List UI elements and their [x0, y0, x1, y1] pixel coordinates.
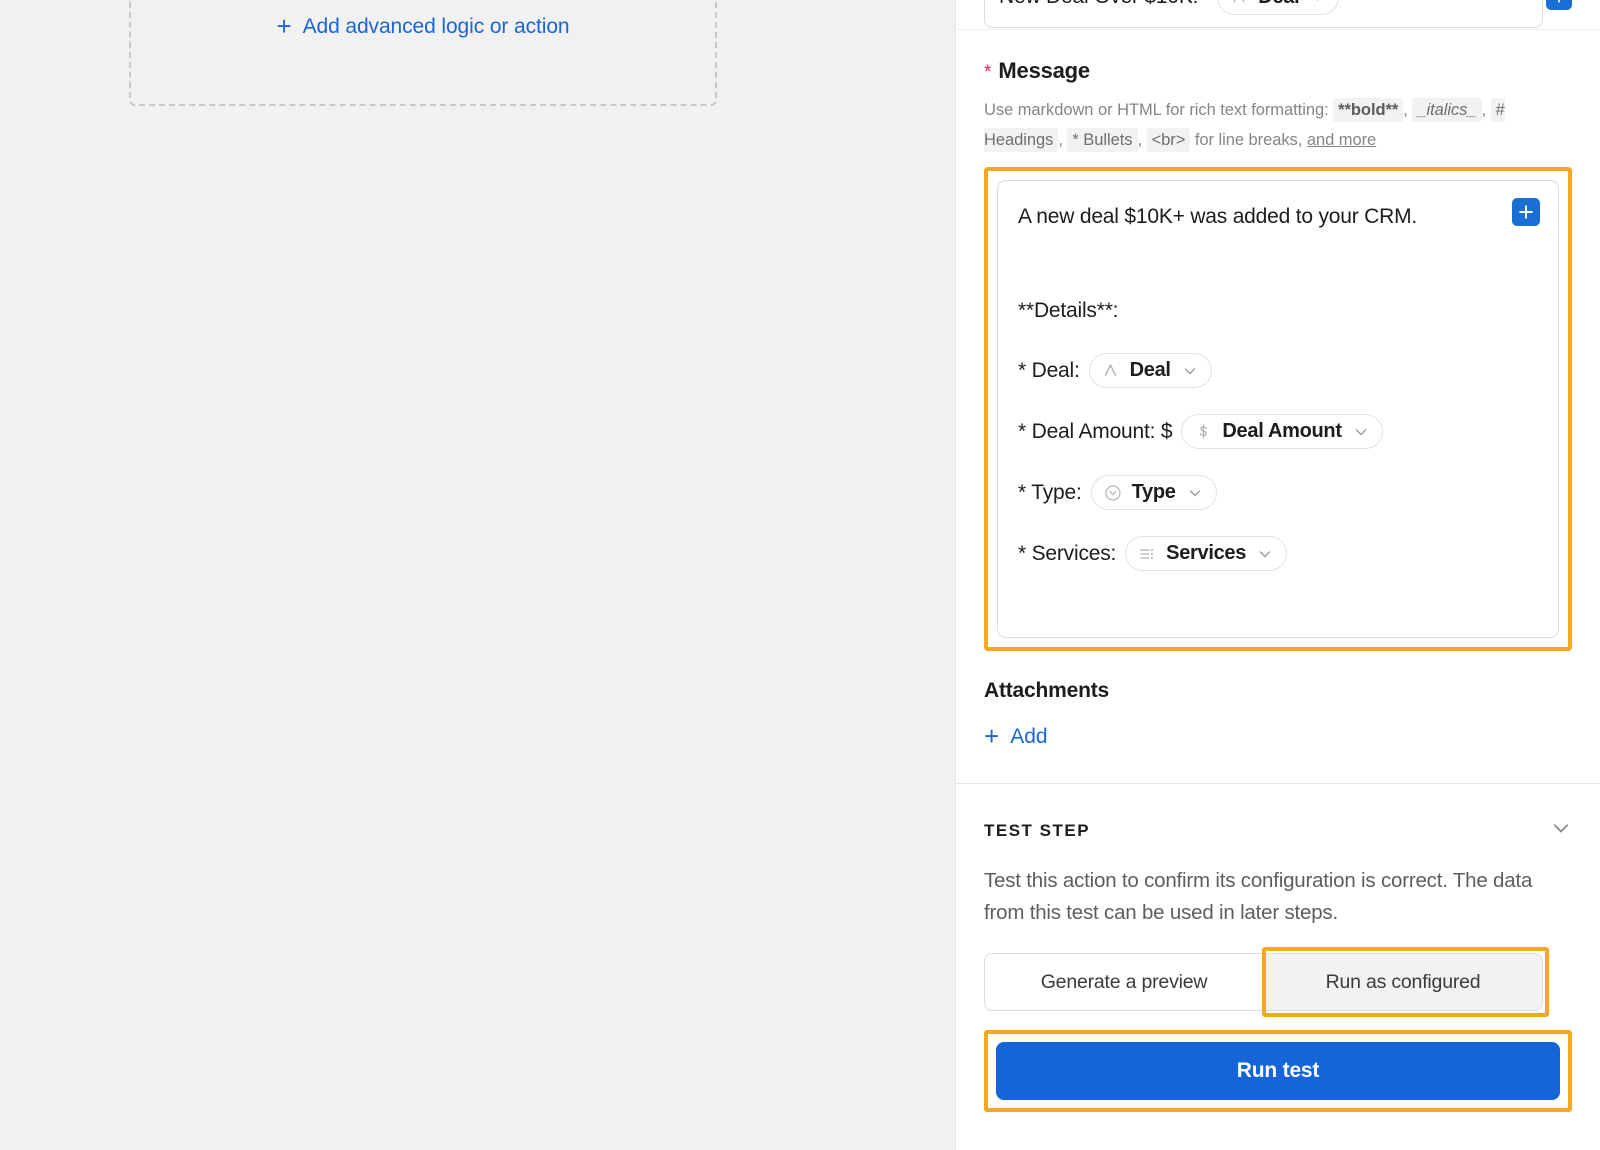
editor-blank-line — [1018, 233, 1538, 295]
top-field-region: New Deal Over $10K: Deal — [956, 0, 1600, 30]
annotation-box-run-test: Run test — [984, 1030, 1572, 1112]
insert-token-button-top[interactable] — [1546, 0, 1572, 10]
test-step-header[interactable]: TEST STEP — [984, 817, 1572, 844]
editor-line-intro: A new deal $10K+ was added to your CRM. — [1018, 201, 1538, 233]
text-field-icon — [1101, 361, 1121, 381]
message-field-label-row: * Message — [984, 58, 1572, 84]
chevron-down-icon[interactable] — [1550, 817, 1572, 844]
message-field-label: Message — [998, 58, 1090, 83]
markdown-hint-tail: for line breaks, — [1194, 131, 1303, 149]
add-advanced-logic-label: Add advanced logic or action — [302, 15, 570, 38]
single-select-icon — [1103, 483, 1123, 503]
panel-body: * Message Use markdown or HTML for rich … — [956, 58, 1600, 1112]
automation-builder-screen: + Add advanced logic or action New Deal … — [0, 0, 1600, 1150]
multi-select-icon — [1137, 544, 1157, 564]
editor-line-services: * Services: Services — [1018, 536, 1538, 571]
editor-line-services-prefix: * Services: — [1018, 541, 1117, 565]
token-chip-deal[interactable]: Deal — [1088, 353, 1212, 388]
add-advanced-logic-button[interactable]: + Add advanced logic or action — [129, 0, 717, 106]
subject-field-label: New Deal Over $10K: — [999, 0, 1198, 9]
text-field-icon — [1229, 0, 1249, 7]
token-chip-type[interactable]: Type — [1090, 475, 1217, 510]
markdown-chip-br: <br> — [1146, 128, 1191, 152]
markdown-chip-bold: **bold** — [1333, 98, 1404, 122]
workflow-canvas: + Add advanced logic or action — [0, 0, 955, 1150]
markdown-chip-bullets: * Bullets — [1067, 128, 1138, 152]
test-step-title: TEST STEP — [984, 820, 1091, 840]
token-chip-deal-subject[interactable]: Deal — [1217, 0, 1340, 15]
insert-token-button-editor[interactable] — [1512, 198, 1540, 226]
editor-line-type: * Type: Type — [1018, 475, 1538, 510]
markdown-chip-italics: _italics_ — [1412, 98, 1482, 122]
add-attachment-button[interactable]: + Add — [984, 721, 1048, 751]
add-advanced-logic-inner: + Add advanced logic or action — [276, 11, 570, 41]
run-test-button[interactable]: Run test — [996, 1042, 1560, 1100]
test-mode-segmented-control[interactable]: Generate a preview Run as configured — [984, 953, 1543, 1011]
message-editor[interactable]: A new deal $10K+ was added to your CRM. … — [997, 180, 1559, 638]
markdown-hint-lead: Use markdown or HTML for rich text forma… — [984, 101, 1329, 119]
token-chip-label: Type — [1131, 481, 1176, 503]
chevron-down-icon — [1353, 424, 1369, 440]
token-chip-label: Deal — [1129, 359, 1171, 381]
annotation-box-message-editor: A new deal $10K+ was added to your CRM. … — [984, 167, 1572, 651]
action-config-panel: New Deal Over $10K: Deal * Mes — [955, 0, 1600, 1150]
editor-line-deal-amount-prefix: * Deal Amount: $ — [1018, 419, 1173, 443]
test-mode-segmented-region: Generate a preview Run as configured — [984, 947, 1572, 1017]
attachments-title: Attachments — [984, 679, 1109, 702]
chevron-down-icon — [1182, 363, 1198, 379]
token-chip-label: Services — [1166, 542, 1247, 564]
token-chip-services[interactable]: Services — [1125, 536, 1288, 571]
section-divider — [956, 783, 1600, 784]
editor-line-details-heading: **Details**: — [1018, 295, 1538, 327]
token-chip-deal-amount[interactable]: Deal Amount — [1181, 414, 1383, 449]
chevron-down-icon — [1187, 485, 1203, 501]
markdown-hint: Use markdown or HTML for rich text forma… — [984, 95, 1544, 155]
editor-intro-text: A new deal $10K+ was added to your CRM. — [1018, 205, 1418, 228]
chevron-down-icon — [1310, 0, 1325, 5]
required-marker: * — [984, 62, 992, 83]
currency-icon — [1193, 422, 1213, 442]
editor-line-deal: * Deal: Deal — [1018, 353, 1538, 388]
token-chip-label: Deal Amount — [1222, 420, 1342, 442]
test-step-description: Test this action to confirm its configur… — [984, 869, 1533, 924]
subject-field[interactable]: New Deal Over $10K: Deal — [984, 0, 1543, 28]
add-attachment-label: Add — [1010, 725, 1048, 748]
chevron-down-icon — [1257, 546, 1273, 562]
segment-run-as-configured[interactable]: Run as configured — [1263, 954, 1542, 1010]
plus-icon: + — [276, 11, 292, 41]
editor-line-deal-amount: * Deal Amount: $ Deal Amount — [1018, 414, 1538, 449]
plus-icon: + — [984, 721, 1000, 751]
editor-line-type-prefix: * Type: — [1018, 480, 1082, 504]
markdown-more-link[interactable]: and more — [1307, 131, 1376, 149]
segment-generate-a-preview[interactable]: Generate a preview — [985, 954, 1263, 1010]
editor-line-deal-prefix: * Deal: — [1018, 358, 1080, 382]
details-heading-text: **Details**: — [1018, 299, 1119, 322]
token-chip-label: Deal — [1258, 0, 1299, 9]
